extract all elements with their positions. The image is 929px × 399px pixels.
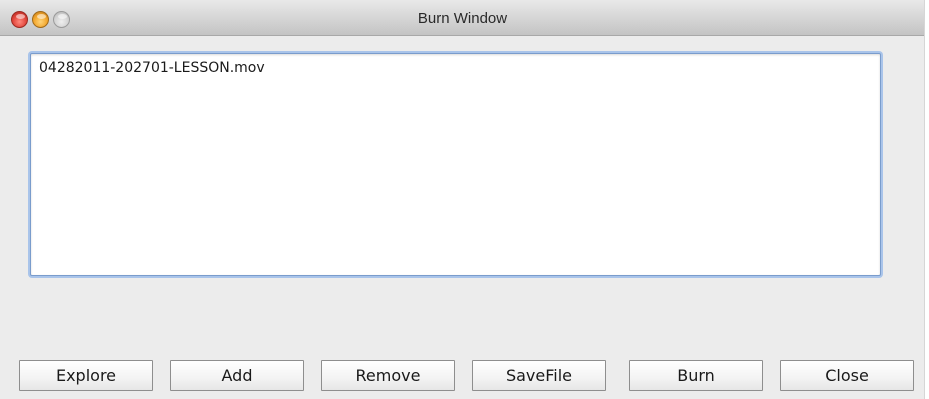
window-title: Burn Window bbox=[417, 10, 508, 27]
remove-button[interactable]: Remove bbox=[321, 360, 455, 391]
close-button[interactable]: Close bbox=[780, 360, 914, 391]
burn-button[interactable]: Burn bbox=[629, 360, 763, 391]
add-button[interactable]: Add bbox=[170, 360, 304, 391]
title-bar[interactable]: Burn Window bbox=[0, 0, 924, 36]
explore-button[interactable]: Explore bbox=[19, 360, 153, 391]
list-item[interactable]: 04282011-202701-LESSON.mov bbox=[39, 60, 265, 76]
file-list[interactable]: 04282011-202701-LESSON.mov bbox=[30, 53, 881, 276]
savefile-button[interactable]: SaveFile bbox=[472, 360, 606, 391]
burn-window: Burn Window 04282011-202701-LESSON.mov E… bbox=[0, 0, 925, 399]
